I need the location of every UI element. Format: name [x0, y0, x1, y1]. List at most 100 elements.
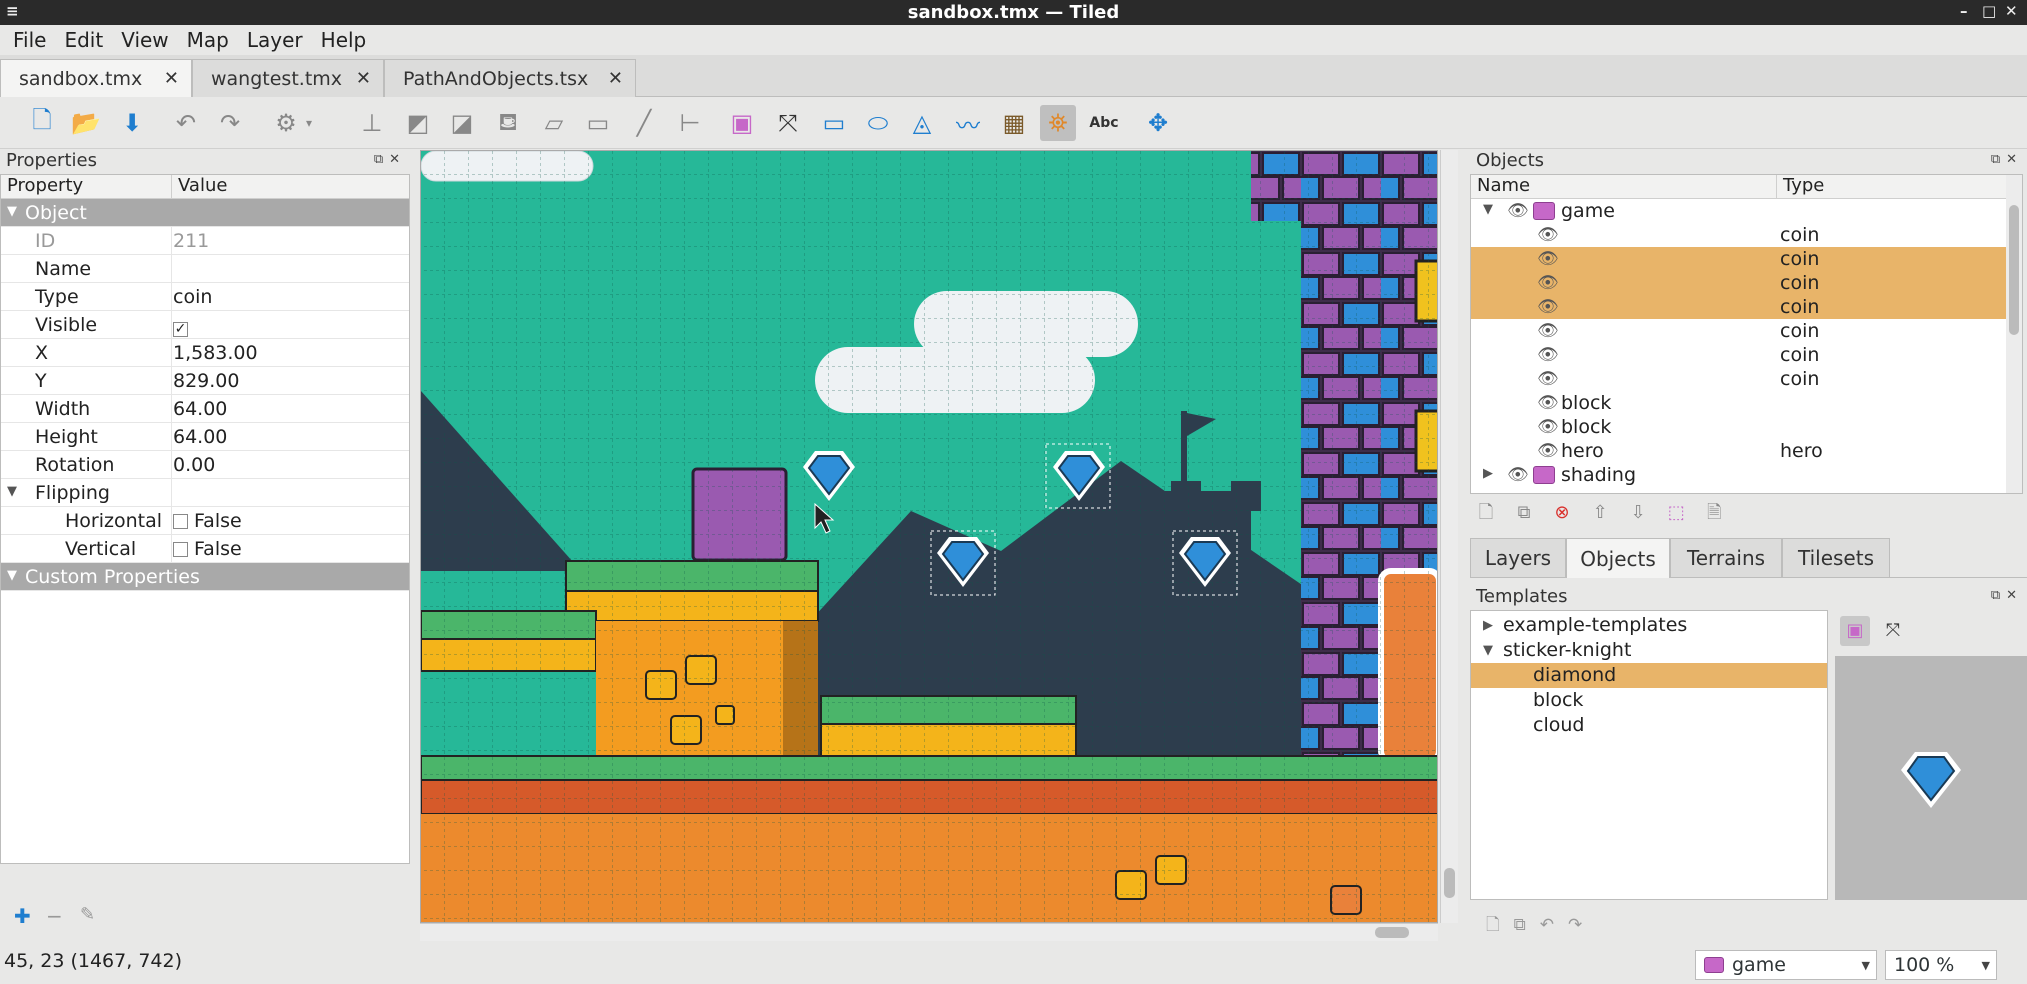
select-same-tile-icon[interactable]: ⊢: [672, 105, 708, 141]
object-row[interactable]: 👁 coin: [1471, 343, 2006, 367]
visibility-eye-icon[interactable]: 👁: [1537, 369, 1559, 389]
layer-row-shading[interactable]: ▶ 👁 shading: [1471, 463, 2006, 487]
prop-row-rotation[interactable]: Rotation 0.00: [1, 451, 409, 479]
close-window-icon[interactable]: ✕: [2005, 2, 2018, 20]
prop-row-name[interactable]: Name: [1, 255, 409, 283]
object-properties-icon[interactable]: 🗎: [1698, 500, 1730, 530]
col-property[interactable]: Property: [1, 175, 171, 199]
prop-row-type[interactable]: Type coin: [1, 283, 409, 311]
visibility-eye-icon[interactable]: 👁: [1537, 345, 1559, 365]
prop-row-horizontal[interactable]: Horizontal False: [1, 507, 409, 535]
move-to-layer-icon[interactable]: ⬚: [1660, 502, 1692, 523]
stamp-brush-icon[interactable]: ⊥: [354, 105, 390, 141]
visibility-eye-icon[interactable]: 👁: [1537, 321, 1559, 341]
wang-brush-icon[interactable]: ◪: [444, 105, 480, 141]
visibility-eye-icon[interactable]: 👁: [1537, 441, 1559, 461]
col-name[interactable]: Name: [1471, 175, 1776, 199]
menu-view[interactable]: View: [112, 28, 177, 52]
object-row[interactable]: 👁 coin: [1471, 319, 2006, 343]
save-file-icon[interactable]: ⬇: [114, 105, 150, 141]
prop-row-width[interactable]: Width 64.00: [1, 395, 409, 423]
template-item-selected[interactable]: diamond: [1471, 663, 1827, 688]
tab-layers[interactable]: Layers: [1470, 538, 1566, 578]
objects-scrollbar[interactable]: [2006, 175, 2022, 493]
close-tab-icon[interactable]: ✕: [608, 68, 623, 89]
insert-rectangle-icon[interactable]: ▭: [816, 105, 852, 141]
object-row[interactable]: 👁 coin: [1471, 223, 2006, 247]
menu-edit[interactable]: Edit: [55, 28, 112, 52]
collapse-arrow-icon[interactable]: ▼: [1483, 202, 1493, 217]
layer-row-game[interactable]: ▼ 👁 game: [1471, 199, 2006, 223]
object-row-selected[interactable]: 👁 coin: [1471, 295, 2006, 319]
close-tab-icon[interactable]: ✕: [164, 68, 179, 89]
scroll-thumb[interactable]: [2009, 205, 2019, 335]
visibility-eye-icon[interactable]: 👁: [1537, 417, 1559, 437]
insert-ellipse-icon[interactable]: ⬭: [860, 105, 896, 141]
collapse-arrow-icon[interactable]: ▼: [1483, 643, 1493, 658]
map-canvas[interactable]: [420, 150, 1438, 923]
magic-wand-icon[interactable]: ╱: [626, 105, 662, 141]
layer-combo[interactable]: game ▼: [1695, 950, 1877, 980]
panel-float-close-icons[interactable]: ⧉✕: [1991, 588, 2023, 603]
template-footer-icons[interactable]: 🗋⧉↶↷: [1486, 912, 1596, 941]
chevron-down-icon[interactable]: ▼: [1862, 959, 1870, 972]
tab-tilesets[interactable]: Tilesets: [1782, 538, 1890, 578]
panel-float-close-icons[interactable]: ⧉✕: [1991, 152, 2023, 167]
insert-polygon-icon[interactable]: ◬: [904, 105, 940, 141]
col-value[interactable]: Value: [171, 175, 409, 199]
prop-row-flipping[interactable]: ▼ Flipping: [1, 479, 409, 507]
terrain-brush-icon[interactable]: ◩: [400, 105, 436, 141]
visibility-eye-icon[interactable]: 👁: [1537, 297, 1559, 317]
shape-fill-icon[interactable]: ▱: [536, 105, 572, 141]
canvas-horizontal-scrollbar[interactable]: [420, 923, 1438, 941]
tab-wangtest[interactable]: wangtest.tmx ✕: [192, 59, 384, 97]
canvas-vertical-scrollbar[interactable]: [1440, 150, 1458, 923]
prop-row-y[interactable]: Y 829.00: [1, 367, 409, 395]
menu-file[interactable]: File: [4, 28, 55, 52]
scroll-thumb[interactable]: [1375, 927, 1409, 938]
expand-arrow-icon[interactable]: ▶: [1483, 618, 1493, 633]
group-object[interactable]: ▼ Object: [1, 199, 409, 227]
open-file-icon[interactable]: 📂: [68, 105, 104, 141]
group-custom-properties[interactable]: ▼ Custom Properties: [1, 563, 409, 591]
collapse-arrow-icon[interactable]: ▼: [7, 568, 17, 583]
menu-layer[interactable]: Layer: [238, 28, 312, 52]
collapse-arrow-icon[interactable]: ▼: [7, 484, 17, 499]
object-row-selected[interactable]: 👁 coin: [1471, 247, 2006, 271]
move-tool-icon[interactable]: ✥: [1140, 105, 1176, 141]
map-view[interactable]: [421, 151, 1438, 923]
duplicate-object-icon[interactable]: ⧉: [1508, 502, 1540, 523]
add-object-layer-icon[interactable]: 🗋: [1470, 500, 1502, 530]
object-row[interactable]: 👁 coin: [1471, 367, 2006, 391]
close-tab-icon[interactable]: ✕: [356, 68, 371, 89]
tab-terrains[interactable]: Terrains: [1670, 538, 1782, 578]
visibility-eye-icon[interactable]: 👁: [1537, 249, 1559, 269]
tab-pathandobjects[interactable]: PathAndObjects.tsx ✕: [384, 59, 636, 97]
object-row-selected[interactable]: 👁 coin: [1471, 271, 2006, 295]
undo-icon[interactable]: ↶: [168, 105, 204, 141]
edit-polygons-icon[interactable]: ⤧: [770, 105, 806, 141]
minimize-icon[interactable]: –: [1960, 2, 1968, 20]
visibility-eye-icon[interactable]: 👁: [1507, 465, 1529, 485]
visibility-eye-icon[interactable]: 👁: [1507, 201, 1529, 221]
redo-icon[interactable]: ↷: [212, 105, 248, 141]
collapse-arrow-icon[interactable]: ▼: [7, 204, 17, 219]
edit-template-icon[interactable]: ⤧: [1878, 616, 1908, 646]
menu-help[interactable]: Help: [312, 28, 376, 52]
vertical-checkbox[interactable]: [173, 542, 188, 557]
tab-sandbox[interactable]: sandbox.tmx ✕: [0, 59, 192, 98]
insert-text-icon[interactable]: Abc: [1086, 105, 1122, 141]
template-folder[interactable]: ▼ sticker-knight: [1471, 638, 1827, 663]
select-objects-icon[interactable]: ▣: [724, 105, 760, 141]
select-template-icon[interactable]: ▣: [1840, 616, 1870, 646]
visibility-eye-icon[interactable]: 👁: [1537, 273, 1559, 293]
panel-float-close-icons[interactable]: ⧉✕: [374, 152, 406, 167]
horizontal-checkbox[interactable]: [173, 514, 188, 529]
object-row[interactable]: 👁 block: [1471, 391, 2006, 415]
maximize-icon[interactable]: □: [1982, 2, 1996, 20]
visible-checkbox[interactable]: ✓: [173, 322, 188, 337]
template-item[interactable]: cloud: [1471, 713, 1827, 738]
remove-object-icon[interactable]: ⊗: [1546, 502, 1578, 523]
add-property-icon[interactable]: ✚: [14, 904, 31, 928]
chevron-down-icon[interactable]: ▼: [1982, 959, 1990, 972]
